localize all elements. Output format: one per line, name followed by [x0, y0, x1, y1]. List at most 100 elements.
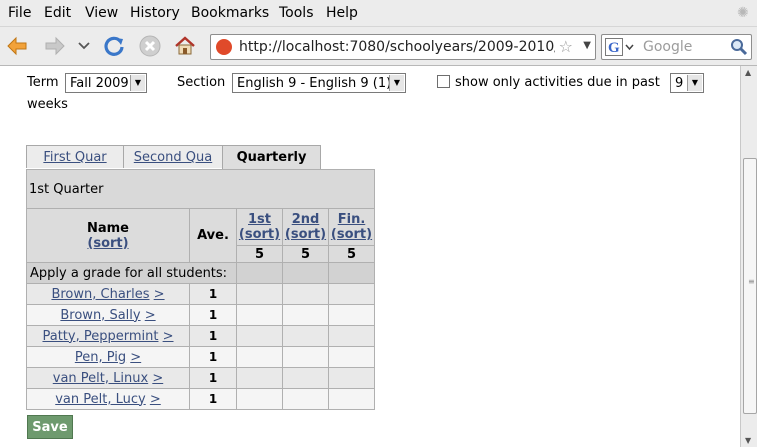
- column-header-fin: Fin. (sort): [328, 208, 375, 246]
- student-average: 1: [189, 346, 237, 368]
- chevron-down-icon: ▼: [687, 75, 702, 91]
- scroll-down-icon[interactable]: ▼: [745, 436, 751, 445]
- student-detail-link[interactable]: >: [130, 350, 141, 365]
- search-input[interactable]: Google: [643, 39, 692, 55]
- student-name-link[interactable]: van Pelt, Lucy: [55, 392, 145, 407]
- search-icon[interactable]: [730, 38, 748, 56]
- scrollbar-thumb[interactable]: ≡: [743, 158, 757, 414]
- menu-file[interactable]: File: [8, 5, 31, 21]
- back-arrow-icon: [7, 36, 27, 56]
- grade-cell[interactable]: [236, 388, 283, 410]
- menu-tools[interactable]: Tools: [279, 5, 314, 21]
- grade-cell[interactable]: [328, 304, 375, 326]
- student-name-link[interactable]: Pen, Pig: [75, 350, 126, 365]
- tab-quarterly[interactable]: Quarterly: [222, 145, 321, 169]
- scroll-up-icon[interactable]: ▲: [745, 68, 751, 77]
- column-1st-link[interactable]: 1st: [248, 212, 271, 227]
- column-fin-link[interactable]: Fin.: [338, 212, 366, 227]
- grade-cell[interactable]: [282, 388, 329, 410]
- grade-cell[interactable]: [282, 346, 329, 368]
- url-dropdown-icon[interactable]: ▼: [583, 40, 591, 51]
- student-average: 1: [189, 367, 237, 389]
- column-1st-sort-link[interactable]: (sort): [239, 227, 280, 242]
- section-select[interactable]: English 9 - English 9 (1) ▼: [232, 73, 406, 93]
- column-2nd-max: 5: [282, 245, 329, 263]
- student-name-cell: van Pelt, Linux >: [26, 367, 190, 389]
- grade-cell[interactable]: [236, 283, 283, 305]
- stop-icon: [139, 35, 161, 57]
- table-row: Patty, Peppermint > 1: [26, 325, 375, 347]
- url-text[interactable]: http://localhost:7080/schoolyears/2009-2…: [239, 39, 555, 55]
- student-detail-link[interactable]: >: [150, 392, 161, 407]
- site-favicon-icon: [216, 39, 232, 55]
- student-name-link[interactable]: Patty, Peppermint: [42, 329, 158, 344]
- history-dropdown-button[interactable]: [74, 33, 94, 59]
- weeks-select[interactable]: 9 ▼: [670, 73, 704, 93]
- student-detail-link[interactable]: >: [154, 287, 165, 302]
- menu-edit[interactable]: Edit: [44, 5, 71, 21]
- back-button[interactable]: [4, 33, 30, 59]
- tab-second-quarter[interactable]: Second Qua: [123, 145, 223, 168]
- column-fin-sort-link[interactable]: (sort): [331, 227, 372, 242]
- search-bar[interactable]: G Google: [601, 34, 752, 60]
- grade-cell[interactable]: [282, 304, 329, 326]
- show-only-label: show only activities due in past: [455, 75, 660, 90]
- home-icon: [175, 36, 195, 55]
- menu-history[interactable]: History: [130, 5, 180, 21]
- grade-cell[interactable]: [236, 304, 283, 326]
- grade-cell[interactable]: [236, 325, 283, 347]
- grade-cell[interactable]: [328, 388, 375, 410]
- column-2nd-sort-link[interactable]: (sort): [285, 227, 326, 242]
- student-name-cell: van Pelt, Lucy >: [26, 388, 190, 410]
- search-engine-icon[interactable]: G: [605, 38, 635, 56]
- student-average: 1: [189, 304, 237, 326]
- apply-grade-row: Apply a grade for all students:: [26, 262, 375, 284]
- student-detail-link[interactable]: >: [145, 308, 156, 323]
- term-select[interactable]: Fall 2009 ▼: [65, 73, 147, 93]
- column-1st-max: 5: [236, 245, 283, 263]
- table-row: Brown, Charles > 1: [26, 283, 375, 305]
- grade-cell[interactable]: [236, 346, 283, 368]
- apply-grade-cell[interactable]: [282, 262, 329, 284]
- grade-cell[interactable]: [328, 325, 375, 347]
- bookmark-star-icon[interactable]: ☆: [559, 37, 573, 56]
- section-label: Section: [177, 75, 226, 90]
- student-detail-link[interactable]: >: [152, 371, 163, 386]
- weeks-select-value: 9: [675, 76, 684, 91]
- svg-text:G: G: [608, 40, 620, 56]
- menu-help[interactable]: Help: [326, 5, 358, 21]
- home-button[interactable]: [172, 33, 198, 59]
- reload-button[interactable]: [101, 33, 127, 59]
- student-name-link[interactable]: Brown, Charles: [51, 287, 149, 302]
- show-only-checkbox[interactable]: [437, 75, 450, 88]
- forward-arrow-icon: [45, 36, 65, 56]
- term-label: Term: [27, 75, 59, 90]
- vertical-scrollbar[interactable]: ▲ ≡ ▼: [740, 66, 757, 447]
- student-average: 1: [189, 388, 237, 410]
- save-button[interactable]: Save: [27, 415, 73, 439]
- grip-icon: ≡: [748, 277, 755, 286]
- apply-grade-cell[interactable]: [236, 262, 283, 284]
- student-name-cell: Brown, Charles >: [26, 283, 190, 305]
- menu-view[interactable]: View: [85, 5, 118, 21]
- grade-cell[interactable]: [236, 367, 283, 389]
- student-detail-link[interactable]: >: [163, 329, 174, 344]
- grade-cell[interactable]: [328, 283, 375, 305]
- column-2nd-link[interactable]: 2nd: [292, 212, 320, 227]
- student-name-link[interactable]: Brown, Sally: [60, 308, 140, 323]
- forward-button[interactable]: [42, 33, 68, 59]
- url-bar[interactable]: http://localhost:7080/schoolyears/2009-2…: [210, 34, 596, 60]
- stop-button[interactable]: [137, 33, 163, 59]
- name-header: Name (sort): [26, 208, 190, 263]
- grade-cell[interactable]: [328, 346, 375, 368]
- student-name-link[interactable]: van Pelt, Linux: [53, 371, 148, 386]
- tab-first-quarter[interactable]: First Quar: [26, 145, 124, 168]
- term-select-value: Fall 2009: [70, 76, 129, 91]
- grade-cell[interactable]: [282, 325, 329, 347]
- menu-bookmarks[interactable]: Bookmarks: [191, 5, 269, 21]
- grade-cell[interactable]: [282, 283, 329, 305]
- grade-cell[interactable]: [282, 367, 329, 389]
- apply-grade-cell[interactable]: [328, 262, 375, 284]
- name-sort-link[interactable]: (sort): [87, 236, 128, 251]
- grade-cell[interactable]: [328, 367, 375, 389]
